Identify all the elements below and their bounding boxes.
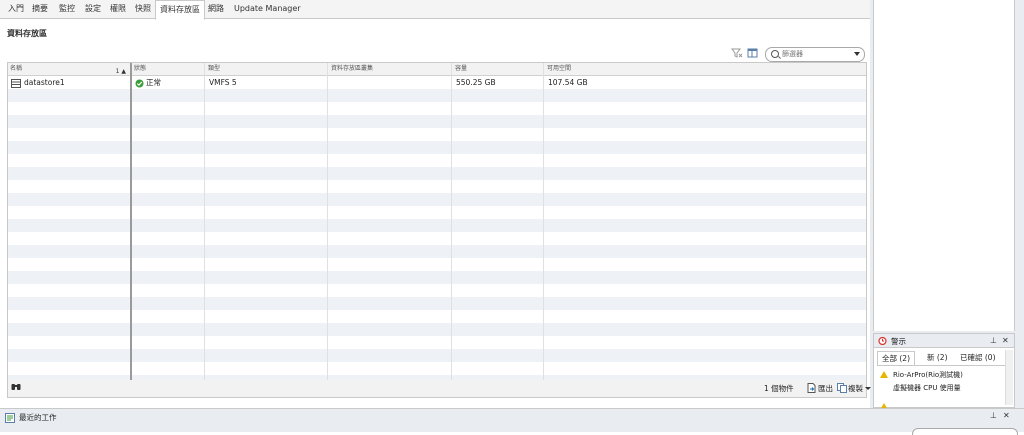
cell-status: 正常 <box>146 78 161 87</box>
copy-button[interactable]: 複製 <box>848 383 863 394</box>
empty-row <box>8 284 866 297</box>
table-footer: 1 個物件 匯出 複製 <box>7 380 871 398</box>
column-divider <box>451 63 452 380</box>
main-content: 入門 摘要 監控 設定 權限 快照 資料存放區 網路 Update Manage… <box>0 0 871 405</box>
column-divider <box>327 63 328 380</box>
empty-row <box>8 323 866 336</box>
frozen-column-divider[interactable] <box>130 63 132 380</box>
tasks-filter-box[interactable] <box>912 428 1018 435</box>
empty-row <box>8 193 866 206</box>
tab-update-manager[interactable]: Update Manager <box>230 0 305 18</box>
alarms-panel-header: 警示 ⊥ ✕ <box>874 334 1014 348</box>
cell-name[interactable]: datastore1 <box>21 76 65 89</box>
empty-row <box>8 219 866 232</box>
cell-cluster <box>329 76 332 89</box>
copy-dropdown-icon[interactable] <box>865 387 871 390</box>
column-header-status[interactable]: 狀態 <box>132 63 204 75</box>
alarm-clock-icon <box>878 336 887 347</box>
tab-bar: 入門 摘要 監控 設定 權限 快照 資料存放區 網路 Update Manage… <box>0 0 870 20</box>
recent-tasks-bar: 最近的工作 ⊥ ✕ <box>0 408 1024 435</box>
tab-getting-started[interactable]: 入門 <box>4 0 28 18</box>
alarms-panel-title: 警示 <box>891 337 906 346</box>
datastore-icon <box>8 76 21 89</box>
cell-type: VMFS 5 <box>209 78 237 87</box>
column-header-capacity[interactable]: 容量 <box>453 63 543 75</box>
table-row[interactable]: datastore1 正常 VMFS 5 550.25 GB 107.54 GB <box>8 76 866 89</box>
empty-row <box>8 258 866 271</box>
empty-row <box>8 115 866 128</box>
page-title: 資料存放區 <box>7 29 47 38</box>
empty-row <box>8 310 866 323</box>
pin-icon[interactable]: ⊥ <box>990 336 997 345</box>
clear-filter-icon[interactable] <box>731 48 743 58</box>
empty-row <box>8 349 866 362</box>
export-button[interactable]: 匯出 <box>818 383 833 394</box>
empty-row <box>8 102 866 115</box>
binoculars-icon[interactable] <box>11 383 21 394</box>
tab-monitor[interactable]: 監控 <box>55 0 79 18</box>
column-header-cluster[interactable]: 資料存放區叢集 <box>329 63 449 75</box>
empty-row <box>8 297 866 310</box>
close-icon[interactable]: ✕ <box>1003 411 1010 420</box>
column-header-type[interactable]: 類型 <box>206 63 326 75</box>
tab-summary[interactable]: 摘要 <box>28 0 52 18</box>
tab-snapshots[interactable]: 快照 <box>131 0 155 18</box>
alarms-panel: 警示 ⊥ ✕ 全部 (2) 新 (2) 已確認 (0) Rio-ArPro(Ri… <box>873 333 1015 410</box>
export-icon[interactable] <box>807 383 816 395</box>
pin-icon[interactable]: ⊥ <box>990 411 997 420</box>
tab-acknowledged-alarms[interactable]: 已確認 (0) <box>956 351 1000 364</box>
table-header: 名稱 1 ▲ 狀態 類型 資料存放區叢集 容量 可用空間 <box>8 63 866 76</box>
tab-new-alarms[interactable]: 新 (2) <box>923 351 952 364</box>
datastores-table: 名稱 1 ▲ 狀態 類型 資料存放區叢集 容量 可用空間 datastore1 … <box>7 62 867 381</box>
right-top-panel <box>873 0 1015 331</box>
filter-box[interactable] <box>765 47 865 62</box>
tab-datastores[interactable]: 資料存放區 <box>155 0 205 20</box>
empty-row <box>8 154 866 167</box>
column-chooser-icon[interactable] <box>747 48 759 58</box>
empty-row <box>8 232 866 245</box>
alarm-item-description[interactable]: 虛擬機器 CPU 使用量 <box>893 383 961 393</box>
tasks-icon <box>5 413 15 425</box>
empty-row <box>8 180 866 193</box>
empty-row <box>8 362 866 375</box>
empty-row <box>8 336 866 349</box>
empty-row <box>8 141 866 154</box>
empty-row <box>8 206 866 219</box>
column-divider <box>543 63 544 380</box>
cell-free-space: 107.54 GB <box>548 78 588 87</box>
alarm-list-scrollbar[interactable] <box>1005 350 1013 405</box>
chevron-down-icon[interactable] <box>854 52 860 56</box>
tab-configure[interactable]: 設定 <box>81 0 105 18</box>
alarm-tabs: 全部 (2) 新 (2) 已確認 (0) <box>877 351 1005 365</box>
tab-networks[interactable]: 網路 <box>204 0 228 18</box>
tab-all-alarms[interactable]: 全部 (2) <box>877 351 916 365</box>
column-divider <box>204 63 205 380</box>
sort-ascending-icon: 1 ▲ <box>115 68 126 75</box>
column-header-free-space[interactable]: 可用空間 <box>545 63 747 75</box>
empty-row <box>8 271 866 284</box>
empty-row <box>8 167 866 180</box>
empty-row <box>8 128 866 141</box>
recent-tasks-title: 最近的工作 <box>19 413 57 422</box>
empty-row <box>8 245 866 258</box>
copy-icon[interactable] <box>837 383 847 395</box>
alarm-list: Rio-ArPro(Rio測試機) 虛擬機器 CPU 使用量 <box>877 365 1005 410</box>
warning-icon <box>880 371 888 378</box>
search-icon <box>771 50 779 58</box>
alarm-item-target[interactable]: Rio-ArPro(Rio測試機) <box>893 370 963 380</box>
object-count: 1 個物件 <box>764 384 794 393</box>
tab-permissions[interactable]: 權限 <box>106 0 130 18</box>
filter-input[interactable] <box>782 49 848 59</box>
cell-capacity: 550.25 GB <box>456 78 496 87</box>
column-header-name[interactable]: 名稱 1 ▲ <box>8 63 128 75</box>
empty-row <box>8 89 866 102</box>
close-icon[interactable]: ✕ <box>1002 336 1009 345</box>
